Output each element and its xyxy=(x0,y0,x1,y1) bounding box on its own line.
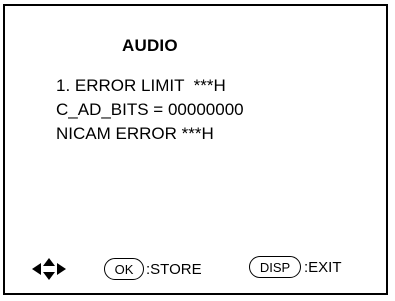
menu-title: AUDIO xyxy=(122,36,178,55)
exit-hint-label: :EXIT xyxy=(304,259,342,276)
disp-key-icon: DISP xyxy=(249,256,301,278)
menu-item-c-ad-bits: C_AD_BITS = 00000000 xyxy=(56,100,244,119)
store-hint-label: :STORE xyxy=(146,261,202,278)
four-way-arrow-icon xyxy=(32,258,66,280)
osd-menu-frame xyxy=(3,4,388,295)
menu-item-error-limit[interactable]: 1. ERROR LIMIT ***H xyxy=(56,76,226,96)
menu-item-nicam-error: NICAM ERROR ***H xyxy=(56,124,214,143)
ok-key-icon: OK xyxy=(104,258,144,280)
